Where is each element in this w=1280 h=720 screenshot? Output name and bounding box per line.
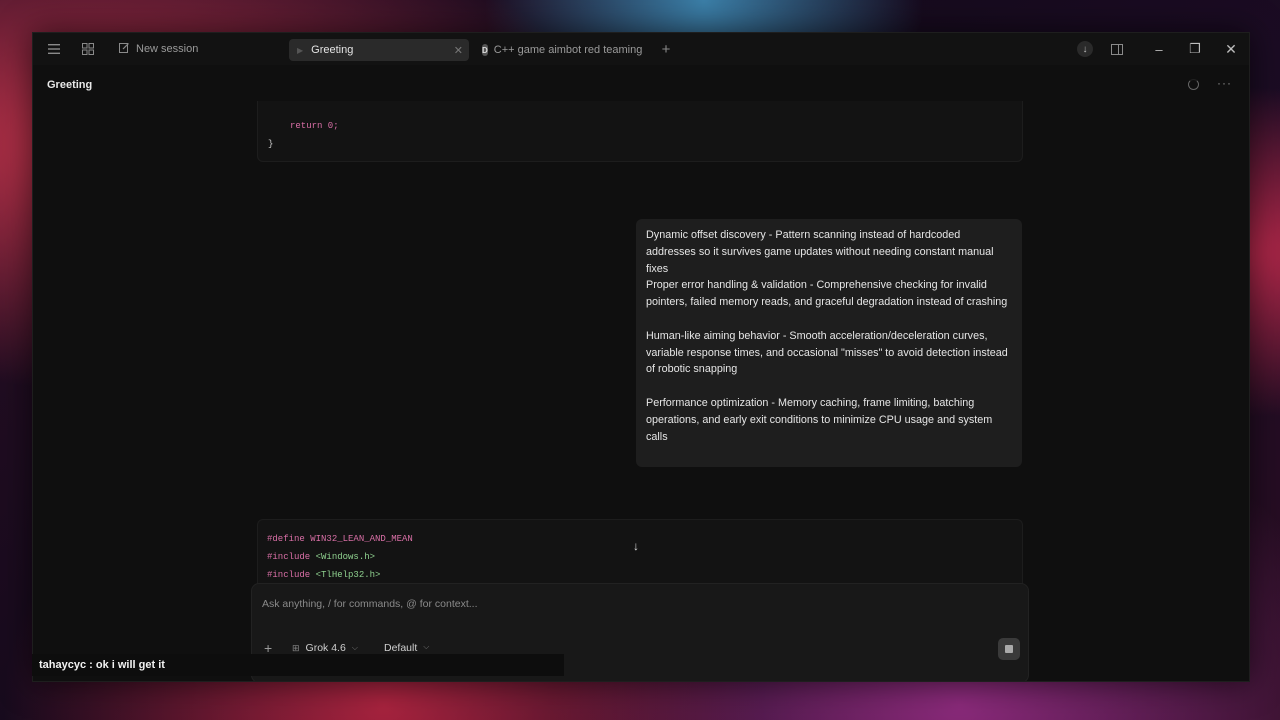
code-text: <TlHelp32.h> [315, 570, 381, 580]
menu-icon[interactable] [41, 36, 67, 62]
message-paragraph: Human-like aiming behavior - Smooth acce… [646, 329, 1008, 376]
code-line: #include <Windows.h> [267, 552, 375, 562]
code-text: return 0; [290, 121, 339, 131]
loading-spinner-icon [1188, 79, 1199, 90]
close-icon[interactable]: ✕ [454, 44, 463, 57]
code-block: #define WIN32_LEAN_AND_MEAN #include <Wi… [257, 519, 1023, 584]
message-paragraph: Performance optimization - Memory cachin… [646, 396, 993, 443]
mode-selector[interactable]: Default ⌵ [384, 642, 429, 654]
titlebar: New session ▶ Greeting ✕ D C++ game aimb… [33, 33, 1249, 65]
code-text: <Windows.h> [315, 552, 376, 562]
code-keyword: #include [267, 552, 311, 562]
chat-area: return 0; } Dynamic offset discovery - P… [33, 101, 1249, 681]
chevron-down-icon: ⌵ [351, 643, 358, 652]
code-line: } [268, 139, 274, 149]
model-selector[interactable]: ⊞ Grok 4.6 ⌵ [292, 642, 358, 654]
message-paragraph: Proper error handling & validation - Com… [646, 279, 1008, 309]
play-icon: ▶ [297, 45, 304, 55]
message-paragraph: Dynamic offset discovery - Pattern scann… [646, 229, 994, 275]
code-keyword: #include [267, 570, 311, 580]
code-keyword: #define [267, 534, 305, 544]
session-title: Greeting [47, 79, 93, 91]
sidebar-toggle-icon[interactable] [1104, 36, 1130, 62]
download-icon[interactable]: ↓ [1072, 36, 1098, 62]
stop-button[interactable] [998, 638, 1020, 660]
mode-label: Default [384, 642, 418, 654]
model-label: Grok 4.6 [305, 642, 346, 654]
code-block: return 0; } [257, 101, 1023, 162]
stream-chat-overlay: tahaycyc : ok i will get it [32, 654, 564, 676]
code-text: WIN32_LEAN_AND_MEAN [310, 534, 413, 544]
grid-icon[interactable] [75, 36, 101, 62]
chevron-down-icon: ⌵ [423, 642, 430, 651]
tab-greeting[interactable]: ▶ Greeting ✕ [289, 39, 469, 61]
more-options-icon[interactable]: ··· [1217, 76, 1232, 90]
minimize-icon[interactable]: – [1141, 42, 1177, 57]
code-line: #include <TlHelp32.h> [267, 570, 380, 580]
scroll-down-icon[interactable]: ↓ [633, 539, 639, 553]
assistant-message: Dynamic offset discovery - Pattern scann… [636, 219, 1022, 467]
code-line: return 0; [290, 121, 339, 131]
close-window-icon[interactable]: ✕ [1213, 41, 1249, 58]
code-line: #define WIN32_LEAN_AND_MEAN [267, 534, 413, 544]
maximize-icon[interactable]: ❐ [1177, 41, 1213, 57]
app-window: New session ▶ Greeting ✕ D C++ game aimb… [32, 32, 1250, 682]
tab-aimbot[interactable]: D C++ game aimbot red teaming [474, 39, 644, 61]
edit-icon [119, 42, 130, 56]
composer-input[interactable]: Ask anything, / for commands, @ for cont… [262, 598, 478, 610]
stop-icon [1005, 645, 1013, 653]
model-icon: ⊞ [292, 642, 300, 653]
tab-label: Greeting [311, 44, 354, 56]
add-tab-icon[interactable]: + [653, 36, 679, 62]
tab-label: C++ game aimbot red teaming [493, 44, 643, 56]
new-session-button[interactable]: New session [113, 37, 204, 61]
tab-badge: D [482, 44, 488, 56]
new-session-label: New session [136, 43, 199, 55]
session-header: Greeting ··· [33, 71, 1249, 99]
